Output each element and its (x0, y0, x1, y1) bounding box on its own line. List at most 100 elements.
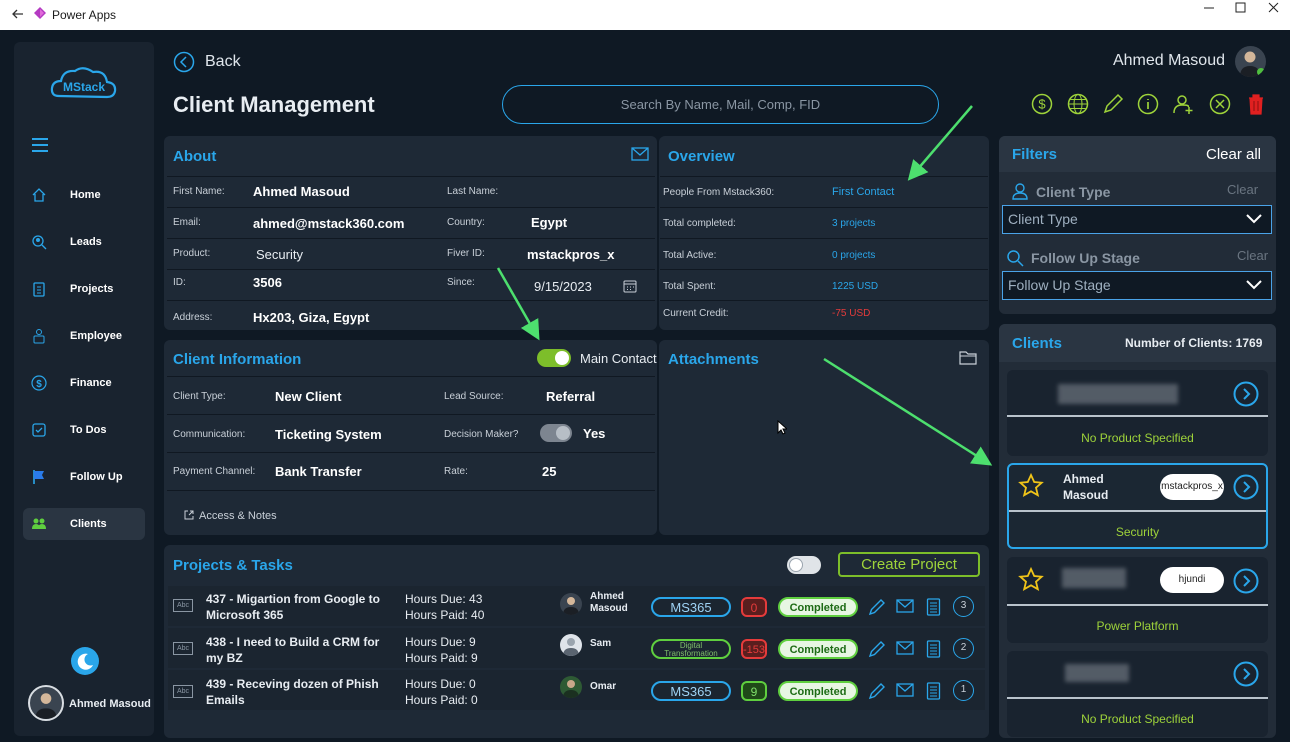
close-icon[interactable] (1256, 0, 1290, 28)
chevron-right-circle-icon[interactable] (1233, 381, 1259, 407)
mail-icon[interactable] (896, 683, 914, 697)
sidebar-item-employee[interactable]: Employee (23, 320, 145, 352)
theme-toggle-icon[interactable] (69, 645, 101, 677)
edit-pencil-icon[interactable] (1102, 93, 1124, 115)
overview-label: Total Active: (663, 250, 717, 261)
create-project-button[interactable]: Create Project (838, 552, 980, 577)
id-label: ID: (173, 277, 186, 288)
project-status-badge: Completed (778, 681, 858, 701)
mail-icon[interactable] (896, 599, 914, 613)
client-info-title: Client Information (173, 351, 302, 368)
clipboard-icon[interactable] (926, 681, 941, 700)
product-label: Product: (173, 248, 211, 259)
main-contact-toggle[interactable] (537, 349, 571, 367)
mail-icon[interactable] (896, 641, 914, 655)
power-apps-logo-icon (34, 7, 46, 19)
overview-credit-value: -75 USD (832, 308, 871, 319)
task-count-badge[interactable]: 3 (953, 596, 974, 617)
clipboard-icon[interactable] (926, 597, 941, 616)
client-type-label: Client Type: (173, 391, 226, 402)
sidebar-item-projects[interactable]: Projects (23, 273, 145, 305)
mail-icon[interactable] (631, 147, 649, 161)
sidebar-item-label: Employee (70, 330, 122, 342)
email-value: ahmed@mstack360.com (253, 216, 405, 231)
task-count-badge[interactable]: 1 (953, 680, 974, 701)
sidebar-item-home[interactable]: Home (23, 179, 145, 211)
sidebar-item-follow-up[interactable]: Follow Up (23, 461, 145, 493)
client-tag: hjundi (1160, 567, 1224, 593)
external-link-icon[interactable] (184, 510, 194, 520)
email-label: Email: (173, 217, 201, 228)
communication-value: Ticketing System (275, 427, 382, 442)
cancel-icon[interactable] (1209, 93, 1231, 115)
folder-icon[interactable] (959, 350, 977, 365)
header-avatar[interactable] (1235, 46, 1266, 77)
payment-channel-label: Payment Channel: (173, 466, 256, 477)
overview-value[interactable]: First Contact (832, 186, 894, 198)
project-status-badge: Completed (778, 597, 858, 617)
search-icon (1007, 250, 1024, 267)
task-count-badge[interactable]: 2 (953, 638, 974, 659)
project-title[interactable]: 439 - Receving dozen of Phish Emails (206, 676, 396, 708)
first-name-label: First Name: (173, 186, 225, 197)
mstack-logo-icon: MStack (50, 67, 117, 99)
add-user-icon[interactable] (1173, 93, 1195, 115)
flag-icon (33, 470, 44, 484)
chevron-right-circle-icon[interactable] (1233, 661, 1259, 687)
calendar-icon[interactable] (623, 279, 637, 293)
clipboard-icon[interactable] (926, 639, 941, 658)
globe-icon[interactable] (1067, 93, 1089, 115)
maximize-icon[interactable] (1223, 0, 1257, 28)
back-button[interactable]: Back (205, 53, 241, 71)
access-notes-link[interactable]: Access & Notes (199, 510, 277, 522)
hamburger-menu-icon[interactable] (31, 137, 49, 153)
info-icon[interactable] (1137, 93, 1159, 115)
project-title[interactable]: 438 - I need to Build a CRM for my BZ (206, 634, 396, 666)
edit-pencil-icon[interactable] (868, 682, 886, 700)
search-input[interactable]: Search By Name, Mail, Comp, FID (502, 85, 939, 124)
edit-pencil-icon[interactable] (868, 640, 886, 658)
address-label: Address: (173, 312, 213, 323)
project-type-icon: Abc (173, 685, 193, 698)
lead-source-value: Referral (546, 389, 596, 404)
sidebar-user-name: Ahmed Masoud (69, 698, 151, 710)
chevron-right-circle-icon[interactable] (1233, 568, 1259, 594)
assignee-avatar (560, 593, 582, 615)
assignee-avatar (560, 634, 582, 656)
sidebar-item-todos[interactable]: To Dos (23, 414, 145, 446)
client-type-value: New Client (275, 389, 342, 404)
client-type-clear-button[interactable]: Clear (1227, 182, 1258, 197)
dollar-icon[interactable]: $ (1031, 93, 1053, 115)
project-title[interactable]: 437 - Migartion from Google to Microsoft… (206, 591, 396, 623)
chevron-down-icon (1246, 280, 1262, 290)
sidebar-item-label: Follow Up (70, 471, 123, 483)
overview-value[interactable]: 3 projects (832, 218, 875, 229)
overview-value[interactable]: 0 projects (832, 250, 875, 261)
sidebar-item-leads[interactable]: Leads (23, 226, 145, 258)
svg-text:$: $ (1038, 97, 1046, 112)
overview-value[interactable]: 1225 USD (832, 281, 878, 292)
follow-up-clear-button[interactable]: Clear (1237, 248, 1268, 263)
client-type-dropdown[interactable]: Client Type (1002, 205, 1272, 234)
user-photo-icon (1240, 51, 1265, 77)
project-count-badge: 9 (741, 681, 767, 701)
project-tag: MS365 (651, 681, 731, 701)
back-arrow-icon[interactable] (10, 6, 26, 22)
projects-toggle[interactable] (787, 556, 821, 574)
since-date-picker[interactable]: 9/15/2023 (534, 279, 592, 294)
sidebar-item-finance[interactable]: $ Finance (23, 367, 145, 399)
communication-label: Communication: (173, 429, 246, 440)
back-circle-icon[interactable] (173, 51, 195, 73)
project-count-badge: 0 (741, 597, 767, 617)
decision-maker-toggle[interactable] (540, 424, 572, 442)
minimize-icon[interactable] (1192, 0, 1226, 28)
sidebar-item-clients[interactable]: Clients (23, 508, 145, 540)
delete-trash-icon[interactable] (1245, 93, 1267, 115)
clear-all-button[interactable]: Clear all (1206, 146, 1261, 163)
avatar[interactable] (28, 685, 64, 721)
chevron-right-circle-icon[interactable] (1233, 474, 1259, 500)
edit-pencil-icon[interactable] (868, 598, 886, 616)
project-hours-due: Hours Due: 9 (405, 635, 476, 649)
project-type-icon: Abc (173, 599, 193, 612)
follow-up-dropdown[interactable]: Follow Up Stage (1002, 271, 1272, 300)
